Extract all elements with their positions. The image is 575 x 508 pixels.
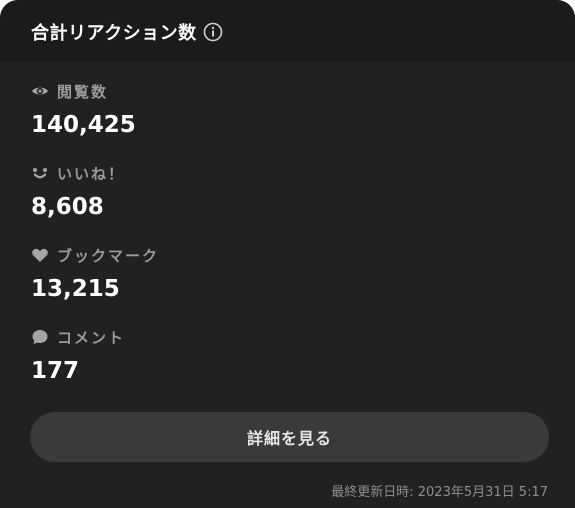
card-header: 合計リアクション数 [0, 0, 575, 62]
stat-likes-label-row: いいね！ [31, 163, 331, 183]
stat-comments: コメント 177 [31, 327, 331, 385]
stat-likes: いいね！ 8,608 [31, 163, 331, 221]
reactions-card: 合計リアクション数 閲覧数 140,425 いいね！ 8,608 ブックマーク … [0, 0, 575, 508]
info-icon[interactable] [203, 22, 223, 42]
stat-bookmarks: ブックマーク 13,215 [31, 245, 331, 303]
eye-icon [31, 82, 49, 100]
card-title-row: 合計リアクション数 [31, 19, 223, 45]
stat-likes-value: 8,608 [31, 194, 104, 220]
last-updated-text: 最終更新日時: 2023年5月31日 5:17 [331, 485, 548, 500]
stat-views-label-row: 閲覧数 [31, 81, 331, 101]
stat-bookmarks-label: ブックマーク [57, 246, 160, 265]
stat-comments-label-row: コメント [31, 327, 331, 347]
stat-likes-label: いいね！ [57, 164, 126, 183]
smile-icon [31, 164, 49, 182]
stat-comments-label: コメント [57, 328, 126, 347]
heart-icon [31, 246, 49, 264]
card-title: 合計リアクション数 [31, 23, 197, 44]
stat-views: 閲覧数 140,425 [31, 81, 331, 139]
view-details-button[interactable]: 詳細を見る [30, 412, 549, 462]
stat-views-value: 140,425 [31, 112, 136, 138]
speech-bubble-icon [31, 328, 49, 346]
stat-comments-value: 177 [31, 358, 80, 384]
stat-bookmarks-value: 13,215 [31, 276, 120, 302]
stat-bookmarks-label-row: ブックマーク [31, 245, 331, 265]
stat-views-label: 閲覧数 [57, 82, 109, 101]
